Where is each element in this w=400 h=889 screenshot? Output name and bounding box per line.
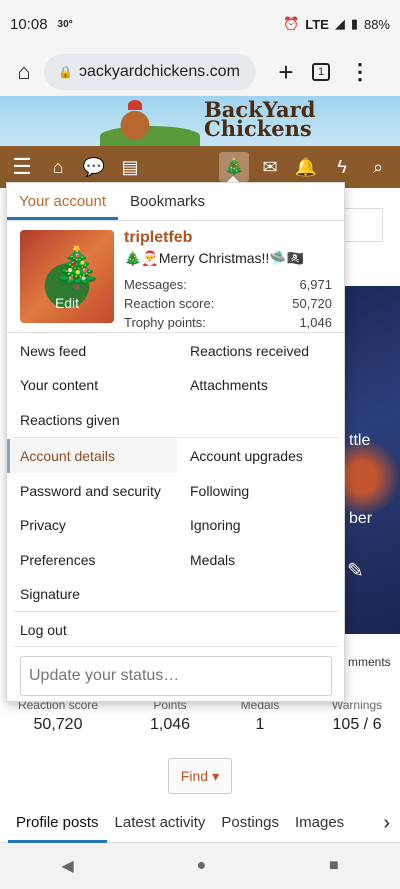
- stat-value: 1,046: [149, 716, 191, 733]
- stat-warnings: Warnings 105 / 6: [326, 698, 388, 734]
- menu-link-your-content[interactable]: Your content: [20, 377, 98, 393]
- menu-divider: [13, 437, 339, 438]
- avatar-edit-label[interactable]: Edit: [20, 295, 114, 311]
- battery-icon: ▮: [350, 16, 358, 31]
- android-navigation-bar: ◀ ● ■: [0, 843, 400, 889]
- menu-link-ignoring[interactable]: Ignoring: [190, 517, 241, 533]
- stat-points: Points 1,046: [140, 698, 200, 734]
- user-custom-title: 🎄🎅Merry Christmas!!🛸🏴‍☠️: [124, 250, 305, 266]
- user-stat-messages: Messages: 6,971: [124, 277, 332, 292]
- username-link[interactable]: tripletfeb: [124, 229, 192, 247]
- url-text: ɔackyardchickens.com: [78, 63, 240, 80]
- system-status-bar: 10:08 30° ⏰ LTE ◢ ▮ 88%: [0, 0, 400, 48]
- temperature: 30°: [57, 18, 73, 30]
- stat-value: 50,720: [292, 296, 332, 311]
- menu-link-medals[interactable]: Medals: [190, 552, 235, 568]
- lock-icon: 🔒: [58, 65, 73, 79]
- menu-link-password-security[interactable]: Password and security: [20, 483, 161, 499]
- edit-pencil-icon[interactable]: ✎: [347, 558, 364, 583]
- find-dropdown-button[interactable]: Find ▾: [168, 758, 232, 794]
- menu-divider: [13, 611, 339, 612]
- signal-icon: ◢: [334, 16, 345, 31]
- caret-down-icon: ▾: [212, 767, 220, 784]
- tab-postings[interactable]: Postings: [213, 805, 287, 843]
- stat-medals: Medals 1: [232, 698, 288, 734]
- stat-value: 50,720: [33, 716, 83, 733]
- stat-value: 1: [255, 716, 265, 733]
- recents-square-icon[interactable]: ■: [329, 857, 339, 875]
- christmas-tree-icon: 🎄: [52, 246, 102, 290]
- stat-reaction-score: Reaction score 50,720: [14, 698, 102, 734]
- menu-tabs: Your account Bookmarks: [7, 183, 344, 221]
- menu-link-attachments[interactable]: Attachments: [190, 377, 268, 393]
- hover-indicator: [7, 439, 10, 473]
- home-icon[interactable]: ⌂: [4, 59, 44, 85]
- logo-hen-graphic: [110, 100, 160, 146]
- battery-level: 88%: [363, 16, 390, 32]
- stat-label: Trophy points:: [124, 315, 206, 330]
- stat-value: 1,046: [299, 315, 332, 330]
- menu-link-account-details[interactable]: Account details: [20, 448, 115, 464]
- profile-tabs: Profile posts Latest activity Postings I…: [0, 805, 400, 843]
- user-stat-reaction-score: Reaction score: 50,720: [124, 296, 332, 311]
- menu-link-log-out[interactable]: Log out: [20, 622, 67, 638]
- status-update-input[interactable]: [20, 656, 332, 696]
- menu-user-card: 🎄 Edit tripletfeb 🎄🎅Merry Christmas!!🛸🏴‍…: [7, 221, 344, 333]
- browser-toolbar: ⌂ 🔒 ɔackyardchickens.com + 1 ⋮: [0, 48, 400, 96]
- profile-banner-fragment: ttle ber ✎: [345, 286, 400, 634]
- clock: 10:08: [10, 15, 48, 33]
- stat-value: 105 / 6: [332, 716, 382, 733]
- comments-label-fragment: mments: [348, 655, 391, 669]
- tab-switcher-button[interactable]: 1: [312, 63, 330, 81]
- user-avatar[interactable]: 🎄 Edit: [20, 230, 114, 323]
- status-icons: ⏰ LTE ◢ ▮ 88%: [283, 16, 390, 32]
- stat-label: Reaction score:: [124, 296, 215, 311]
- stat-value: 6,971: [299, 277, 332, 292]
- tab-profile-posts[interactable]: Profile posts: [8, 805, 107, 843]
- search-icon[interactable]: ⌕: [360, 146, 396, 188]
- tab-images[interactable]: Images: [287, 805, 352, 843]
- menu-link-reactions-received[interactable]: Reactions received: [190, 343, 309, 359]
- user-stat-trophy-points: Trophy points: 1,046: [124, 315, 332, 330]
- chevron-right-icon[interactable]: ›: [383, 812, 400, 835]
- home-circle-icon[interactable]: ●: [196, 857, 206, 875]
- banner-text-fragment-2: ber: [349, 510, 373, 527]
- site-logo[interactable]: BackYard Chickens: [204, 99, 315, 141]
- more-options-icon[interactable]: ⋮: [340, 59, 380, 85]
- network-label: LTE: [305, 16, 329, 32]
- menu-divider: [13, 646, 339, 647]
- menu-link-signature[interactable]: Signature: [20, 586, 80, 602]
- stat-label: Messages:: [124, 277, 187, 292]
- url-bar[interactable]: 🔒 ɔackyardchickens.com: [44, 54, 256, 90]
- new-tab-icon[interactable]: +: [266, 57, 306, 88]
- menu-link-news-feed[interactable]: News feed: [20, 343, 86, 359]
- logo-line2: Chickens: [204, 116, 312, 141]
- background-input-fragment: [345, 208, 383, 242]
- find-label: Find: [180, 768, 209, 784]
- account-dropdown-menu: Your account Bookmarks 🎄 Edit tripletfeb…: [6, 182, 345, 702]
- menu-link-account-upgrades[interactable]: Account upgrades: [190, 448, 303, 464]
- site-header: BackYard Chickens: [0, 96, 400, 146]
- menu-link-following[interactable]: Following: [190, 483, 249, 499]
- tab-your-account[interactable]: Your account: [7, 183, 119, 220]
- alarm-icon: ⏰: [283, 16, 300, 31]
- menu-link-reactions-given[interactable]: Reactions given: [20, 412, 120, 428]
- profile-stats-row: Reaction score 50,720 Points 1,046 Medal…: [0, 698, 400, 742]
- menu-link-preferences[interactable]: Preferences: [20, 552, 95, 568]
- back-icon[interactable]: ◀: [61, 856, 73, 876]
- menu-link-privacy[interactable]: Privacy: [20, 517, 66, 533]
- banner-text-fragment-1: ttle: [349, 432, 371, 449]
- tab-latest-activity[interactable]: Latest activity: [107, 805, 214, 843]
- tab-bookmarks[interactable]: Bookmarks: [118, 183, 217, 220]
